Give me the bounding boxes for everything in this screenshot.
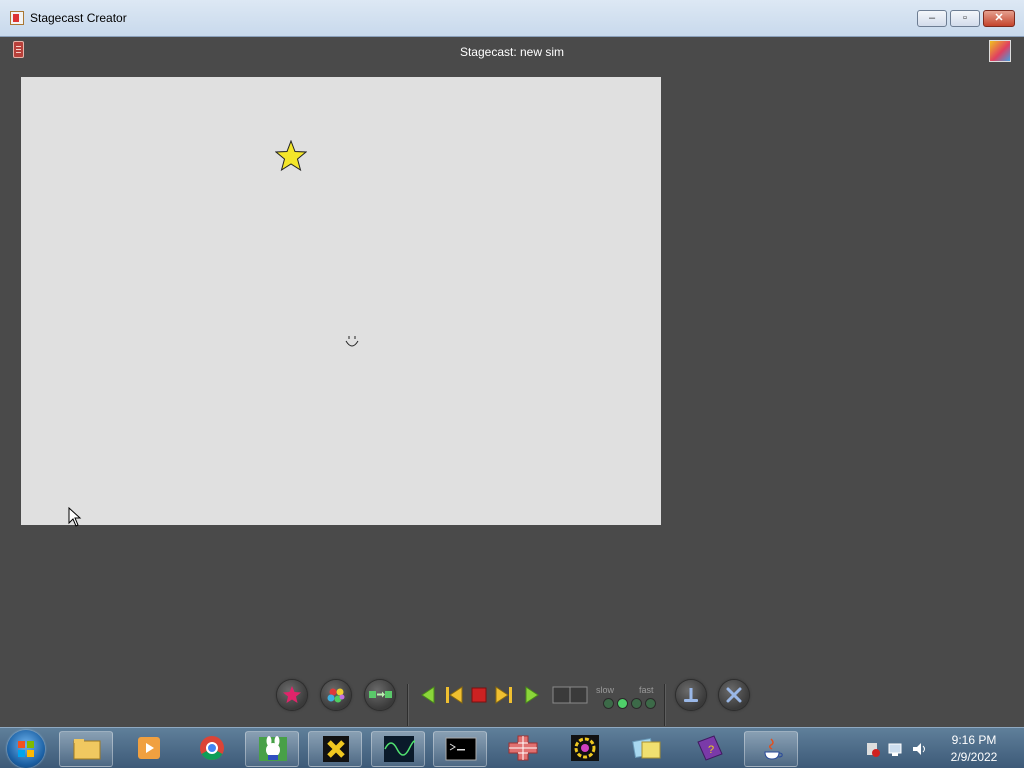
windows-taskbar: ? 9:16 PM 2/9/2022 bbox=[0, 727, 1024, 768]
volume-icon[interactable] bbox=[913, 743, 925, 755]
speed-dot-2[interactable] bbox=[617, 698, 628, 709]
x-icon bbox=[323, 736, 349, 762]
characters-button[interactable] bbox=[277, 680, 307, 710]
character-star-icon bbox=[283, 686, 301, 703]
mail-button[interactable] bbox=[676, 680, 706, 710]
cross-tools-icon bbox=[726, 687, 742, 703]
taskbar-bunny-app[interactable] bbox=[245, 731, 299, 767]
step-back-icon[interactable] bbox=[444, 685, 464, 705]
palette-balls-icon bbox=[327, 688, 345, 703]
window-titlebar: Stagecast Creator – ▫ ✕ bbox=[0, 0, 1024, 37]
mailbox-icon bbox=[684, 688, 698, 702]
taskbar-x-app[interactable] bbox=[308, 731, 362, 767]
folder-icon bbox=[73, 739, 101, 760]
settings-icon bbox=[571, 735, 599, 761]
taskbar-help-book[interactable]: ? bbox=[683, 731, 737, 767]
system-tray bbox=[867, 743, 925, 757]
create-rule-button[interactable] bbox=[365, 680, 395, 710]
taskbar-java[interactable] bbox=[744, 731, 798, 767]
grid-cross-icon bbox=[508, 735, 538, 761]
folders-icon bbox=[632, 737, 661, 759]
windows-logo-icon bbox=[18, 741, 34, 757]
start-button[interactable] bbox=[7, 730, 45, 768]
speed-slow-label: slow bbox=[596, 685, 615, 695]
network-icon[interactable] bbox=[888, 743, 902, 756]
window-title: Stagecast Creator bbox=[30, 11, 127, 25]
smiley-face-sprite[interactable] bbox=[342, 333, 362, 353]
star-sprite[interactable] bbox=[275, 140, 307, 172]
rule-arrow-icon bbox=[369, 691, 392, 698]
chrome-icon bbox=[200, 736, 224, 761]
split-view-icon[interactable] bbox=[552, 685, 588, 705]
stage[interactable] bbox=[21, 77, 661, 527]
stop-icon[interactable] bbox=[470, 686, 488, 704]
sine-wave-icon bbox=[384, 736, 415, 762]
step-forward-icon[interactable] bbox=[494, 685, 514, 705]
new-character-button[interactable] bbox=[321, 680, 351, 710]
toolbar-divider bbox=[407, 684, 409, 726]
speed-dot-3[interactable] bbox=[631, 698, 642, 709]
taskbar-grid-app[interactable] bbox=[496, 731, 550, 767]
taskbar-clock[interactable]: 9:16 PM 2/9/2022 bbox=[940, 732, 1008, 766]
clock-date: 2/9/2022 bbox=[950, 750, 998, 764]
sim-title: Stagecast: new sim bbox=[459, 45, 565, 59]
taskbar-command-prompt[interactable] bbox=[433, 731, 487, 767]
stagecast-logo-icon[interactable] bbox=[989, 40, 1011, 62]
taskbar-explorer[interactable] bbox=[59, 731, 113, 767]
taskbar-media-player[interactable] bbox=[122, 731, 176, 767]
close-window-button[interactable]: ✕ bbox=[983, 10, 1015, 27]
action-center-flag-icon[interactable] bbox=[867, 743, 880, 757]
maximize-button[interactable]: ▫ bbox=[950, 10, 980, 27]
command-prompt-icon bbox=[445, 737, 477, 761]
speed-dot-1[interactable] bbox=[603, 698, 614, 709]
bunny-icon bbox=[259, 736, 287, 761]
taskbar-settings-app[interactable] bbox=[558, 731, 612, 767]
toolbar-divider-2 bbox=[664, 684, 666, 726]
tools-button[interactable] bbox=[719, 680, 749, 710]
rewind-icon[interactable] bbox=[419, 685, 437, 705]
minimize-button[interactable]: – bbox=[917, 10, 947, 27]
java-icon bbox=[764, 738, 783, 760]
clock-time: 9:16 PM bbox=[951, 733, 997, 747]
speed-fast-label: fast bbox=[639, 685, 654, 695]
media-player-icon bbox=[138, 737, 160, 759]
stagecast-workspace: Stagecast: new sim slow fast bbox=[5, 37, 1019, 727]
stagecast-app-icon bbox=[10, 11, 24, 25]
play-icon[interactable] bbox=[523, 685, 541, 705]
help-book-icon: ? bbox=[697, 735, 723, 761]
taskbar-folder-app[interactable] bbox=[620, 731, 674, 767]
mouse-pointer-icon bbox=[68, 507, 82, 527]
svg-text:?: ? bbox=[708, 744, 714, 756]
taskbar-chrome[interactable] bbox=[185, 731, 239, 767]
taskbar-oscilloscope-app[interactable] bbox=[371, 731, 425, 767]
speed-dot-4[interactable] bbox=[645, 698, 656, 709]
